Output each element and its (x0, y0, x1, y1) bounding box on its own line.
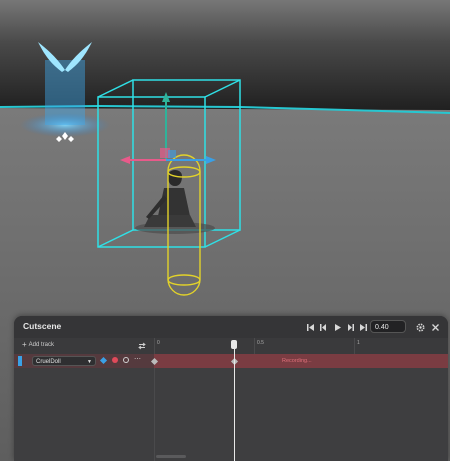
record-icon[interactable] (112, 357, 118, 363)
skip-end-icon (359, 323, 367, 331)
chevron-down-icon: ▼ (87, 359, 92, 365)
tick-label: 0.5 (257, 340, 264, 346)
track-name: CruelDoll (36, 359, 61, 365)
step-back-icon (319, 323, 326, 331)
plus-icon: + (22, 340, 27, 349)
tick-label: 0 (157, 340, 160, 346)
add-track-label: Add track (28, 342, 55, 348)
skip-start-button[interactable] (304, 321, 316, 333)
skip-end-button[interactable] (357, 321, 369, 333)
tick-label: 1 (357, 340, 360, 346)
step-forward-button[interactable] (344, 321, 356, 333)
swap-arrows-icon (138, 342, 146, 350)
track-name-select[interactable]: CruelDoll ▼ (32, 356, 96, 366)
close-icon (431, 323, 439, 331)
settings-button[interactable] (414, 321, 426, 333)
recording-status: Recording... (282, 358, 312, 364)
play-icon (334, 323, 341, 331)
skip-start-icon (306, 323, 314, 331)
play-button[interactable] (331, 321, 343, 333)
playhead-line[interactable] (234, 340, 235, 461)
panel-title: Cutscene (23, 321, 62, 331)
swap-button[interactable] (136, 340, 148, 352)
timeline-scrollbar[interactable] (156, 455, 186, 458)
track-color-tag (18, 356, 22, 366)
step-back-button[interactable] (317, 321, 329, 333)
cutscene-panel: Cutscene 0.40 + Add track 0 0.5 1 CruelD… (14, 316, 448, 461)
gear-icon (415, 322, 425, 332)
time-input[interactable]: 0.40 (370, 320, 406, 333)
target-icon[interactable] (123, 357, 129, 363)
add-track-button[interactable]: + Add track (22, 340, 55, 349)
playhead-handle[interactable] (231, 340, 237, 349)
more-icon[interactable]: ⋯ (134, 355, 141, 363)
step-forward-icon (347, 323, 354, 331)
close-button[interactable] (429, 321, 441, 333)
